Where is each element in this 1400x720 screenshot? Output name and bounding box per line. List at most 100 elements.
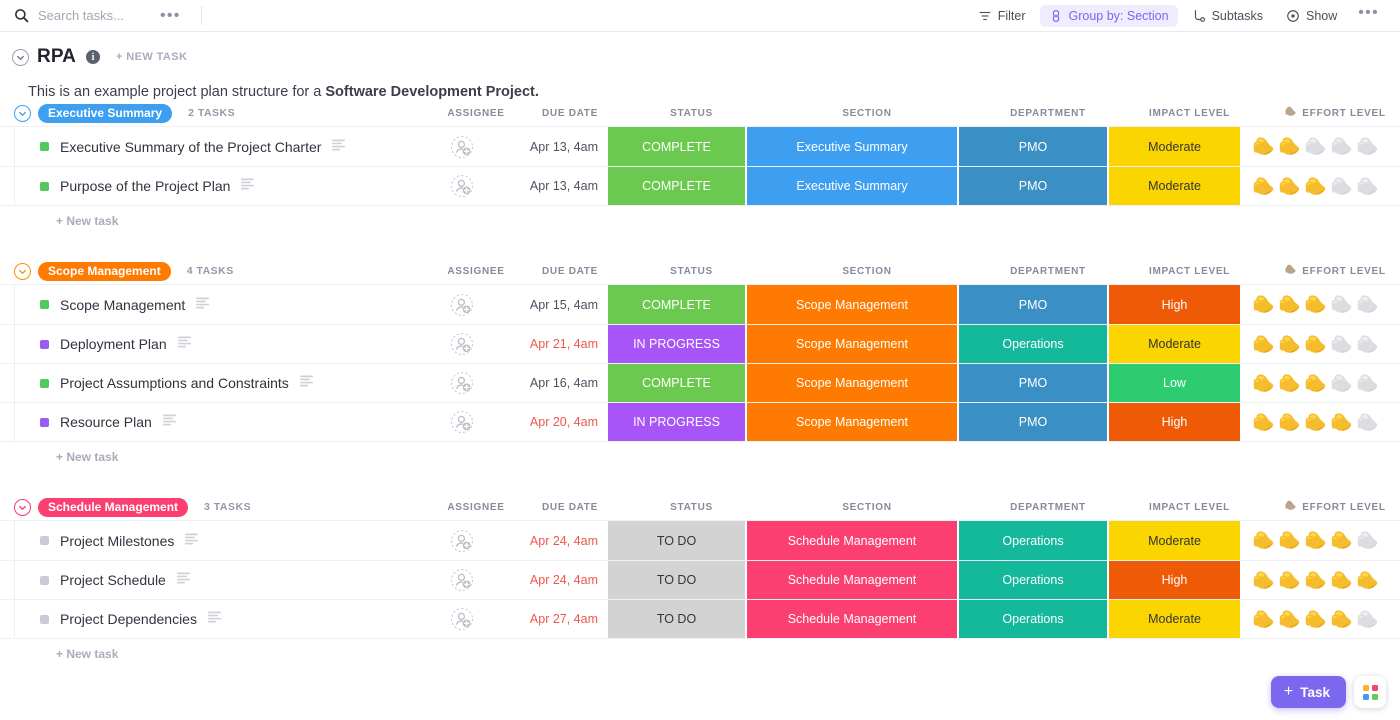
department-cell[interactable]: Operations: [959, 325, 1109, 363]
table-row[interactable]: Project Assumptions and ConstraintsApr 1…: [0, 363, 1400, 402]
assignee-cell[interactable]: [420, 127, 504, 166]
column-header-assignee[interactable]: ASSIGNEE: [434, 100, 518, 126]
task-name-cell[interactable]: Deployment Plan: [0, 325, 420, 363]
group-collapse-toggle[interactable]: [14, 105, 31, 122]
column-header-effort-level[interactable]: EFFORT LEVEL: [1256, 258, 1400, 284]
task-status-dot[interactable]: [40, 379, 49, 388]
department-cell[interactable]: PMO: [959, 403, 1109, 441]
impact-level-cell[interactable]: High: [1109, 403, 1242, 441]
task-description-icon[interactable]: [196, 296, 210, 314]
assignee-avatar-add[interactable]: [450, 410, 474, 434]
column-header-status[interactable]: STATUS: [622, 258, 761, 284]
column-header-status[interactable]: STATUS: [622, 100, 761, 126]
group-name-badge[interactable]: Scope Management: [38, 262, 171, 281]
table-row[interactable]: Deployment Plan Apr 21, 4amIN PROGRESSSco…: [0, 324, 1400, 363]
impact-level-cell[interactable]: High: [1109, 561, 1242, 599]
group-name-badge[interactable]: Executive Summary: [38, 104, 172, 123]
section-cell[interactable]: Scope Management: [747, 325, 959, 363]
impact-level-cell[interactable]: Moderate: [1109, 521, 1242, 560]
table-row[interactable]: Project ScheduleApr 24, 4amTO DOSchedule…: [0, 560, 1400, 599]
search-overflow-menu[interactable]: •••: [160, 11, 181, 21]
due-date-cell[interactable]: Apr 24, 4am: [504, 521, 608, 560]
impact-level-cell[interactable]: Moderate: [1109, 325, 1242, 363]
task-description-icon[interactable]: [300, 374, 314, 392]
table-row[interactable]: Executive Summary of the Project Charter…: [0, 127, 1400, 166]
column-header-section[interactable]: SECTION: [761, 258, 973, 284]
table-row[interactable]: Resource PlanApr 20, 4amIN PROGRESSScope…: [0, 402, 1400, 441]
due-date-cell[interactable]: Apr 20, 4am: [504, 403, 608, 441]
effort-level-cell[interactable]: [1242, 561, 1400, 599]
group-collapse-toggle[interactable]: [14, 499, 31, 516]
table-row[interactable]: Purpose of the Project PlanApr 13, 4amCO…: [0, 166, 1400, 205]
assignee-cell[interactable]: [420, 364, 504, 402]
task-status-dot[interactable]: [40, 340, 49, 349]
due-date-cell[interactable]: Apr 24, 4am: [504, 561, 608, 599]
assignee-avatar-add[interactable]: [450, 174, 474, 198]
task-status-dot[interactable]: [40, 536, 49, 545]
task-status-dot[interactable]: [40, 300, 49, 309]
new-task-row[interactable]: + New task: [0, 206, 1400, 236]
task-status-dot[interactable]: [40, 418, 49, 427]
column-header-impact-level[interactable]: IMPACT LEVEL: [1123, 100, 1256, 126]
impact-level-cell[interactable]: High: [1109, 285, 1242, 324]
assignee-cell[interactable]: [420, 561, 504, 599]
assignee-avatar-add[interactable]: [450, 332, 474, 356]
column-header-due-date[interactable]: DUE DATE: [518, 494, 622, 520]
task-status-dot[interactable]: [40, 615, 49, 624]
assignee-cell[interactable]: [420, 285, 504, 324]
impact-level-cell[interactable]: Moderate: [1109, 600, 1242, 638]
task-name-cell[interactable]: Resource Plan: [0, 403, 420, 441]
assignee-avatar-add[interactable]: [450, 607, 474, 631]
subtasks-button[interactable]: Subtasks: [1183, 5, 1272, 27]
column-header-assignee[interactable]: ASSIGNEE: [434, 258, 518, 284]
status-badge[interactable]: IN PROGRESS: [608, 325, 747, 363]
task-description-icon[interactable]: [208, 610, 222, 628]
effort-level-cell[interactable]: [1242, 167, 1400, 205]
due-date-cell[interactable]: Apr 16, 4am: [504, 364, 608, 402]
status-badge[interactable]: COMPLETE: [608, 364, 747, 402]
due-date-cell[interactable]: Apr 15, 4am: [504, 285, 608, 324]
task-name-cell[interactable]: Project Milestones: [0, 521, 420, 560]
column-header-department[interactable]: DEPARTMENT: [973, 258, 1123, 284]
status-badge[interactable]: TO DO: [608, 600, 747, 638]
column-header-due-date[interactable]: DUE DATE: [518, 100, 622, 126]
column-header-status[interactable]: STATUS: [622, 494, 761, 520]
task-name-cell[interactable]: Purpose of the Project Plan: [0, 167, 420, 205]
section-cell[interactable]: Scope Management: [747, 364, 959, 402]
due-date-cell[interactable]: Apr 21, 4am: [504, 325, 608, 363]
section-cell[interactable]: Executive Summary: [747, 167, 959, 205]
status-badge[interactable]: COMPLETE: [608, 285, 747, 324]
task-status-dot[interactable]: [40, 576, 49, 585]
due-date-cell[interactable]: Apr 27, 4am: [504, 600, 608, 638]
assignee-avatar-add[interactable]: [450, 135, 474, 159]
column-header-department[interactable]: DEPARTMENT: [973, 100, 1123, 126]
effort-level-cell[interactable]: [1242, 600, 1400, 638]
table-row[interactable]: Project MilestonesApr 24, 4amTO DOSchedu…: [0, 521, 1400, 560]
task-name-cell[interactable]: Executive Summary of the Project Charter: [0, 127, 420, 166]
status-badge[interactable]: IN PROGRESS: [608, 403, 747, 441]
task-description-icon[interactable]: [163, 413, 177, 431]
assignee-avatar-add[interactable]: [450, 293, 474, 317]
impact-level-cell[interactable]: Moderate: [1109, 167, 1242, 205]
task-name-cell[interactable]: Project Dependencies: [0, 600, 420, 638]
effort-level-cell[interactable]: [1242, 325, 1400, 363]
task-name-cell[interactable]: Scope Management: [0, 285, 420, 324]
column-header-assignee[interactable]: ASSIGNEE: [434, 494, 518, 520]
status-badge[interactable]: TO DO: [608, 561, 747, 599]
task-status-dot[interactable]: [40, 182, 49, 191]
department-cell[interactable]: Operations: [959, 521, 1109, 560]
new-task-row[interactable]: + New task: [0, 442, 1400, 472]
table-row[interactable]: Project Dependencies Apr 27, 4amTO DOSche…: [0, 599, 1400, 638]
section-cell[interactable]: Schedule Management: [747, 600, 959, 638]
assignee-avatar-add[interactable]: [450, 529, 474, 553]
apps-grid-button[interactable]: [1354, 676, 1386, 708]
column-header-impact-level[interactable]: IMPACT LEVEL: [1123, 494, 1256, 520]
group-name-badge[interactable]: Schedule Management: [38, 498, 188, 517]
filter-button[interactable]: Filter: [969, 5, 1035, 27]
task-description-icon[interactable]: [332, 138, 346, 156]
section-cell[interactable]: Schedule Management: [747, 561, 959, 599]
column-header-due-date[interactable]: DUE DATE: [518, 258, 622, 284]
info-icon[interactable]: i: [86, 50, 100, 64]
department-cell[interactable]: Operations: [959, 561, 1109, 599]
effort-level-cell[interactable]: [1242, 285, 1400, 324]
